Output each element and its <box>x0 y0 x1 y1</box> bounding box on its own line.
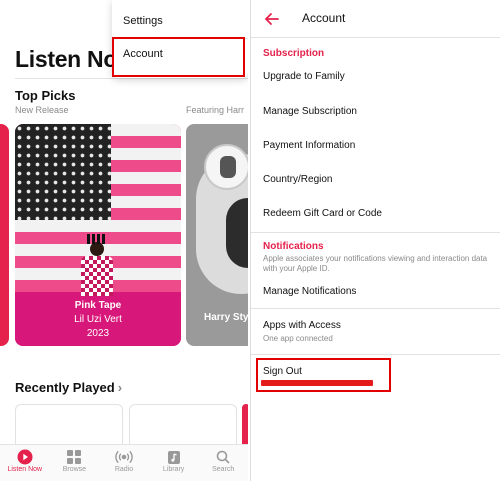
menu-item-settings[interactable]: Settings <box>123 15 163 27</box>
previous-card-edge[interactable] <box>0 124 9 346</box>
radio-icon <box>115 448 133 466</box>
section-divider <box>251 308 500 309</box>
section-divider <box>251 354 500 355</box>
grid-icon <box>67 448 82 466</box>
sign-out-highlight-box <box>256 358 391 392</box>
card-label: Harry Styl <box>204 312 248 323</box>
title-divider <box>15 78 248 79</box>
artist-avatar <box>204 144 248 190</box>
tab-browse[interactable]: Browse <box>50 445 100 481</box>
notifications-note: Apple associates your notifications view… <box>263 254 488 273</box>
upgrade-to-family-item[interactable]: Upgrade to Family <box>263 71 345 82</box>
new-release-label: New Release <box>15 105 69 115</box>
redeem-gift-card-item[interactable]: Redeem Gift Card or Code <box>263 208 382 219</box>
notifications-heading: Notifications <box>263 241 324 252</box>
album-card-harry-styles[interactable]: Harry Styl <box>186 124 248 346</box>
top-picks-title: Top Picks <box>15 88 76 103</box>
album-card-pink-tape[interactable]: Pink Tape Lil Uzi Vert 2023 <box>15 124 181 346</box>
listen-now-screen: Listen Now Top Picks New Release Featuri… <box>0 0 248 481</box>
arrow-left-icon[interactable] <box>263 10 281 28</box>
album-artist: Lil Uzi Vert <box>74 314 122 325</box>
page-title: Account <box>302 11 346 25</box>
search-icon <box>216 448 230 466</box>
tab-library[interactable]: Library <box>149 445 199 481</box>
tab-listen-now[interactable]: Listen Now <box>0 445 50 481</box>
album-name: Pink Tape <box>74 300 122 311</box>
manage-notifications-item[interactable]: Manage Notifications <box>263 286 356 297</box>
subscription-heading: Subscription <box>263 48 325 59</box>
recent-card[interactable] <box>15 404 123 444</box>
recently-played-title[interactable]: Recently Played › <box>15 380 122 395</box>
account-header: Account <box>251 0 500 38</box>
chevron-right-icon: › <box>117 380 123 395</box>
recent-card[interactable] <box>129 404 237 444</box>
account-screen: Account Subscription Upgrade to Family M… <box>250 0 500 481</box>
tab-radio[interactable]: Radio <box>99 445 149 481</box>
country-region-item[interactable]: Country/Region <box>263 174 332 185</box>
tab-bar: Listen Now Browse Radio Library Search <box>0 444 248 481</box>
artist-figure <box>77 234 117 296</box>
tab-search[interactable]: Search <box>198 445 248 481</box>
section-divider <box>251 232 500 233</box>
play-circle-icon <box>17 448 33 466</box>
apps-connected-count: One app connected <box>263 334 333 343</box>
featuring-label: Featuring Harr <box>186 105 245 115</box>
album-year: 2023 <box>86 328 110 339</box>
manage-subscription-item[interactable]: Manage Subscription <box>263 106 357 117</box>
recent-card[interactable] <box>242 404 248 444</box>
apps-with-access-item[interactable]: Apps with Access <box>263 320 341 331</box>
library-icon <box>167 448 181 466</box>
payment-information-item[interactable]: Payment Information <box>263 140 355 151</box>
account-highlight-box <box>112 37 245 77</box>
